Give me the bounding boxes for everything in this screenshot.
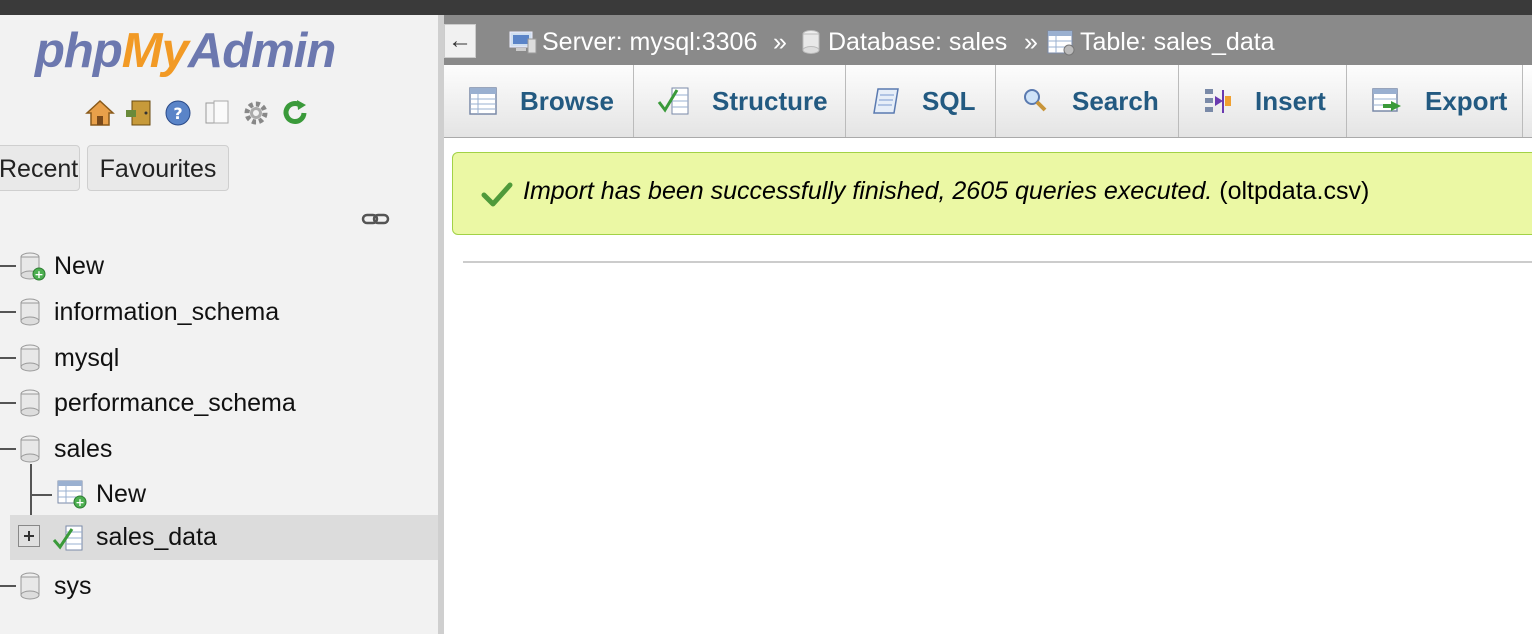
new-table-icon: + (57, 480, 87, 509)
reload-icon[interactable] (279, 97, 311, 129)
expand-icon[interactable] (18, 525, 40, 547)
navigation-sidebar: phpMyAdmin ? Recent Favourites + New inf… (0, 15, 438, 634)
divider-line (463, 261, 1532, 263)
message-file: (oltpdata.csv) (1219, 177, 1370, 205)
structure-icon (657, 87, 689, 115)
success-message: Import has been successfully finished, 2… (452, 152, 1532, 235)
table-tabs: Browse Structure SQL Search Insert Expor… (444, 65, 1532, 138)
breadcrumb: ← Server: mysql:3306 » Database: sales »… (444, 15, 1532, 65)
tree-label-sales: sales (54, 434, 113, 463)
tab-structure-label: Structure (712, 85, 828, 116)
link-icon[interactable] (361, 211, 391, 232)
home-icon[interactable] (84, 97, 116, 129)
favourites-tab[interactable]: Favourites (87, 145, 229, 191)
breadcrumb-table-label: Table: sales_data (1080, 28, 1275, 56)
tree-item-new-database[interactable]: + New (0, 244, 438, 288)
insert-icon (1205, 89, 1231, 113)
tab-sql-label: SQL (922, 85, 976, 116)
database-icon (802, 30, 820, 54)
exit-icon[interactable] (123, 97, 155, 129)
breadcrumb-server-label: Server: mysql:3306 (542, 28, 758, 56)
tab-sql[interactable]: SQL (846, 65, 996, 137)
database-icon (20, 389, 40, 417)
breadcrumb-separator: » (773, 28, 787, 56)
docs-icon[interactable] (201, 97, 233, 129)
tree-label-new: New (54, 251, 105, 280)
svg-text:?: ? (173, 104, 182, 123)
database-icon (20, 572, 40, 600)
check-icon (481, 181, 513, 214)
tree-item-performance-schema[interactable]: performance_schema (0, 381, 438, 425)
tab-insert-label: Insert (1255, 85, 1326, 116)
tree-label-sales-data: sales_data (96, 523, 217, 551)
recent-tab[interactable]: Recent (0, 145, 80, 191)
breadcrumb-database[interactable]: Database: sales (800, 25, 1007, 59)
tree-label-new-table: New (96, 479, 147, 508)
tree-item-sales-data[interactable]: sales_data (10, 515, 438, 560)
tab-search-label: Search (1072, 85, 1159, 116)
svg-text:+: + (34, 268, 43, 281)
database-icon (20, 435, 40, 463)
table-icon (1047, 30, 1075, 56)
collapse-sidebar-button[interactable]: ← (444, 24, 476, 58)
top-window-bar (0, 0, 1532, 15)
quick-icons: ? (84, 97, 311, 129)
logo-my: My (121, 24, 189, 78)
server-icon (509, 31, 537, 54)
tree-label-sys: sys (54, 571, 92, 600)
svg-text:+: + (75, 496, 84, 509)
database-icon (20, 344, 40, 372)
breadcrumb-server[interactable]: Server: mysql:3306 (506, 25, 757, 59)
tree-item-information-schema[interactable]: information_schema (0, 290, 438, 334)
export-icon (1372, 88, 1401, 112)
sql-icon (873, 88, 899, 114)
tree-item-new-table[interactable]: + New (0, 472, 438, 516)
settings-icon[interactable] (240, 97, 272, 129)
tree-item-sys[interactable]: sys (0, 564, 438, 608)
tree-label-information-schema: information_schema (54, 297, 280, 326)
arrow-left-icon: ← (448, 27, 472, 54)
breadcrumb-database-label: Database: sales (828, 28, 1008, 56)
breadcrumb-table[interactable]: Table: sales_data (1046, 25, 1275, 59)
breadcrumb-separator: » (1024, 28, 1038, 56)
tab-export-label: Export (1425, 85, 1508, 116)
table-structure-icon (52, 525, 83, 551)
logo-php: php (35, 24, 123, 78)
tab-insert[interactable]: Insert (1179, 65, 1347, 137)
message-main: Import has been successfully finished, 2… (523, 177, 1213, 205)
new-database-icon: + (20, 252, 46, 281)
logo-admin: Admin (187, 24, 336, 78)
tree-item-sales[interactable]: sales (0, 427, 438, 471)
tab-browse[interactable]: Browse (444, 65, 634, 137)
tab-export[interactable]: Export (1347, 65, 1523, 137)
tree-label-performance-schema: performance_schema (54, 388, 296, 417)
tree-label-mysql: mysql (54, 343, 120, 372)
tree-item-mysql[interactable]: mysql (0, 336, 438, 380)
phpmyadmin-logo[interactable]: phpMyAdmin (35, 23, 336, 79)
message-text: Import has been successfully finished, 2… (523, 177, 1369, 206)
search-icon (1024, 89, 1047, 112)
help-icon[interactable]: ? (162, 97, 194, 129)
tab-browse-label: Browse (520, 85, 614, 116)
browse-icon (469, 87, 497, 115)
tab-structure[interactable]: Structure (634, 65, 846, 137)
tab-search[interactable]: Search (996, 65, 1179, 137)
database-icon (20, 298, 40, 326)
